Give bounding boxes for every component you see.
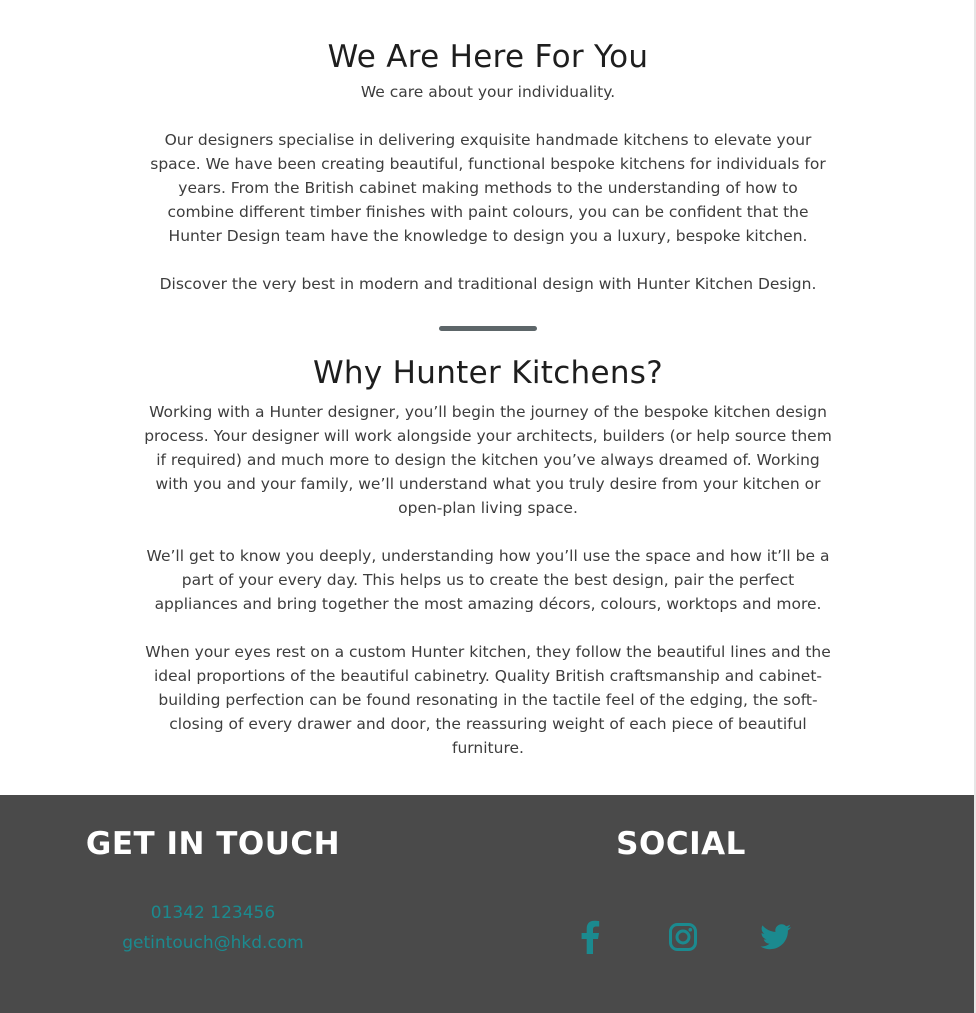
why-section: Why Hunter Kitchens? Working with a Hunt… (143, 331, 833, 760)
intro-tagline: We care about your individuality. (360, 83, 616, 101)
email-link[interactable]: getintouch@hkd.com (73, 928, 353, 958)
why-paragraph-1: Working with a Hunter designer, you’ll b… (144, 403, 832, 517)
why-title: Why Hunter Kitchens? (312, 355, 664, 391)
page-content: We Are Here For You We care about your i… (0, 0, 976, 760)
twitter-icon[interactable] (758, 919, 794, 955)
contact-column: GET IN TOUCH 01342 123456 getintouch@hkd… (73, 795, 353, 958)
social-icons (540, 919, 822, 955)
intro-closing: Discover the very best in modern and tra… (159, 275, 817, 293)
social-column: SOCIAL (540, 795, 822, 955)
phone-link[interactable]: 01342 123456 (73, 898, 353, 928)
contact-details: 01342 123456 getintouch@hkd.com (73, 898, 353, 958)
why-paragraph-2: We’ll get to know you deeply, understand… (146, 547, 830, 613)
intro-paragraph: Our designers specialise in delivering e… (150, 131, 826, 245)
site-footer: GET IN TOUCH 01342 123456 getintouch@hkd… (0, 795, 976, 1013)
intro-section: We Are Here For You We care about your i… (143, 0, 833, 296)
facebook-icon[interactable] (572, 919, 608, 955)
social-heading: SOCIAL (616, 826, 746, 862)
contact-heading: GET IN TOUCH (85, 826, 341, 862)
intro-title: We Are Here For You (327, 39, 649, 75)
instagram-icon[interactable] (665, 919, 701, 955)
why-paragraph-3: When your eyes rest on a custom Hunter k… (145, 643, 831, 757)
